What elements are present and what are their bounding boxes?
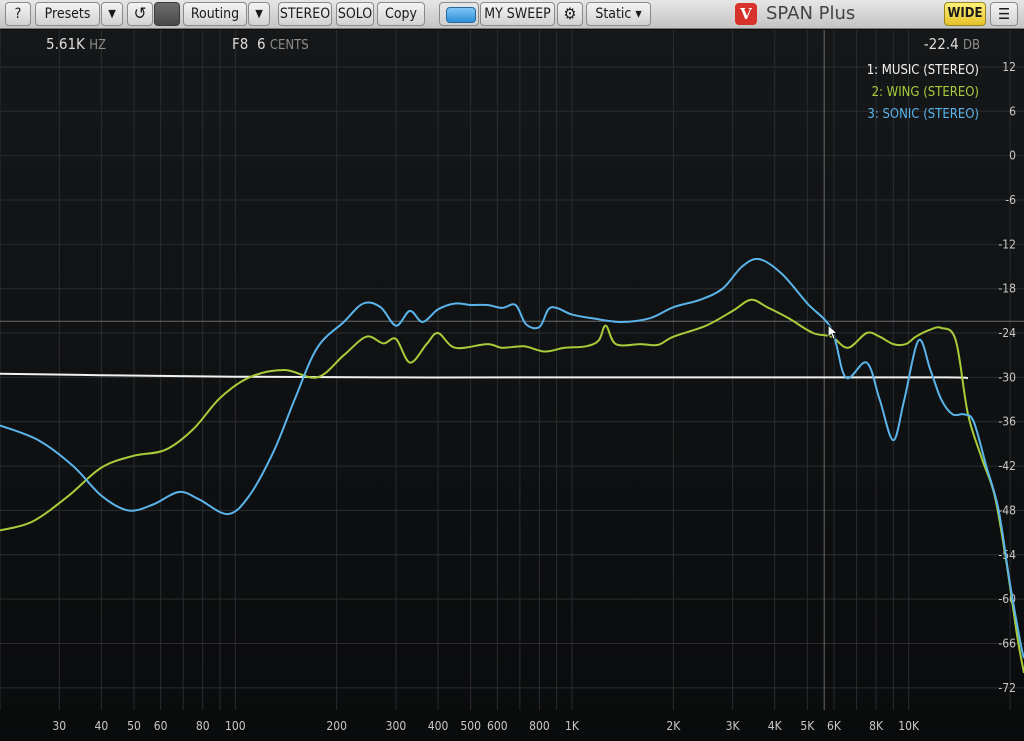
- frequency-readout: 5.61K HZ: [46, 35, 106, 53]
- solo-button[interactable]: SOLO: [336, 2, 374, 26]
- x-tick-label: 4K: [768, 719, 783, 733]
- y-tick-label: -36: [998, 415, 1016, 429]
- x-tick-label: 80: [196, 719, 210, 733]
- x-tick-label: 400: [428, 719, 449, 733]
- y-tick-label: -6: [1005, 193, 1016, 207]
- toolbar: ? Presets ▼ ↺ Routing ▼ STEREO SOLO Copy…: [0, 0, 1024, 29]
- sweep-color-toggle[interactable]: [439, 2, 479, 26]
- static-mode-dropdown[interactable]: Static ▾: [586, 2, 651, 26]
- legend: 1: MUSIC (STEREO) 2: WING (STEREO) 3: SO…: [867, 60, 979, 126]
- cents-unit: CENTS: [269, 38, 309, 53]
- y-tick-label: -42: [998, 459, 1016, 473]
- frequency-unit: HZ: [89, 38, 106, 53]
- x-tick-label: 1K: [565, 719, 580, 733]
- note-value: F8: [232, 35, 249, 53]
- voxengo-logo: V: [735, 3, 757, 25]
- frequency-value: 5.61K: [46, 35, 85, 53]
- x-tick-label: 5K: [800, 719, 815, 733]
- routing-button[interactable]: Routing: [183, 2, 247, 26]
- help-button[interactable]: ?: [5, 2, 31, 26]
- y-tick-label: 0: [1009, 149, 1016, 163]
- x-tick-label: 800: [529, 719, 550, 733]
- x-tick-label: 60: [154, 719, 168, 733]
- y-tick-label: -72: [998, 681, 1016, 695]
- color-swatch-button[interactable]: [154, 2, 180, 26]
- spectrum-plot[interactable]: 1260-6-12-18-24-30-36-42-48-54-60-66-723…: [0, 30, 1024, 741]
- routing-dropdown-arrow[interactable]: ▼: [248, 2, 270, 26]
- wide-button[interactable]: WIDE: [944, 2, 986, 26]
- presets-dropdown-arrow[interactable]: ▼: [101, 2, 123, 26]
- y-tick-label: -12: [998, 237, 1016, 251]
- legend-item-sonic[interactable]: 3: SONIC (STEREO): [867, 104, 979, 126]
- y-tick-label: -24: [998, 326, 1016, 340]
- settings-icon[interactable]: ⚙: [557, 2, 583, 26]
- copy-button[interactable]: Copy: [377, 2, 425, 26]
- level-value: -22.4: [923, 35, 959, 53]
- x-tick-label: 8K: [869, 719, 884, 733]
- x-tick-label: 2K: [666, 719, 681, 733]
- x-tick-label: 10K: [898, 719, 920, 733]
- x-tick-label: 500: [460, 719, 481, 733]
- logo-letter: V: [740, 5, 752, 23]
- y-tick-label: -30: [998, 370, 1016, 384]
- x-tick-label: 600: [487, 719, 508, 733]
- x-tick-label: 6K: [827, 719, 842, 733]
- legend-item-wing[interactable]: 2: WING (STEREO): [867, 82, 979, 104]
- x-tick-label: 30: [52, 719, 66, 733]
- app-title: SPAN Plus: [766, 3, 856, 24]
- y-tick-label: -66: [998, 636, 1016, 650]
- legend-item-music[interactable]: 1: MUSIC (STEREO): [867, 60, 979, 82]
- menu-icon[interactable]: ☰: [990, 2, 1018, 26]
- plot-background: [0, 30, 1024, 741]
- undo-icon[interactable]: ↺: [127, 2, 153, 26]
- x-tick-label: 200: [326, 719, 347, 733]
- note-readout: F8 6 CENTS: [232, 35, 309, 53]
- stereo-button[interactable]: STEREO: [278, 2, 332, 26]
- cents-value: 6: [256, 35, 266, 53]
- presets-button[interactable]: Presets: [35, 2, 100, 26]
- x-tick-label: 40: [94, 719, 108, 733]
- x-tick-label: 100: [225, 719, 246, 733]
- color-pill: [446, 7, 476, 23]
- level-readout: -22.4 DB: [924, 35, 980, 53]
- level-unit: DB: [962, 38, 980, 53]
- y-tick-label: 12: [1002, 60, 1016, 74]
- sweep-preset-button[interactable]: MY SWEEP: [480, 2, 555, 26]
- y-tick-label: -18: [998, 282, 1016, 296]
- y-tick-label: 6: [1009, 104, 1016, 118]
- x-tick-label: 300: [386, 719, 407, 733]
- y-tick-label: -48: [998, 503, 1016, 517]
- x-tick-label: 3K: [726, 719, 741, 733]
- x-tick-label: 50: [127, 719, 141, 733]
